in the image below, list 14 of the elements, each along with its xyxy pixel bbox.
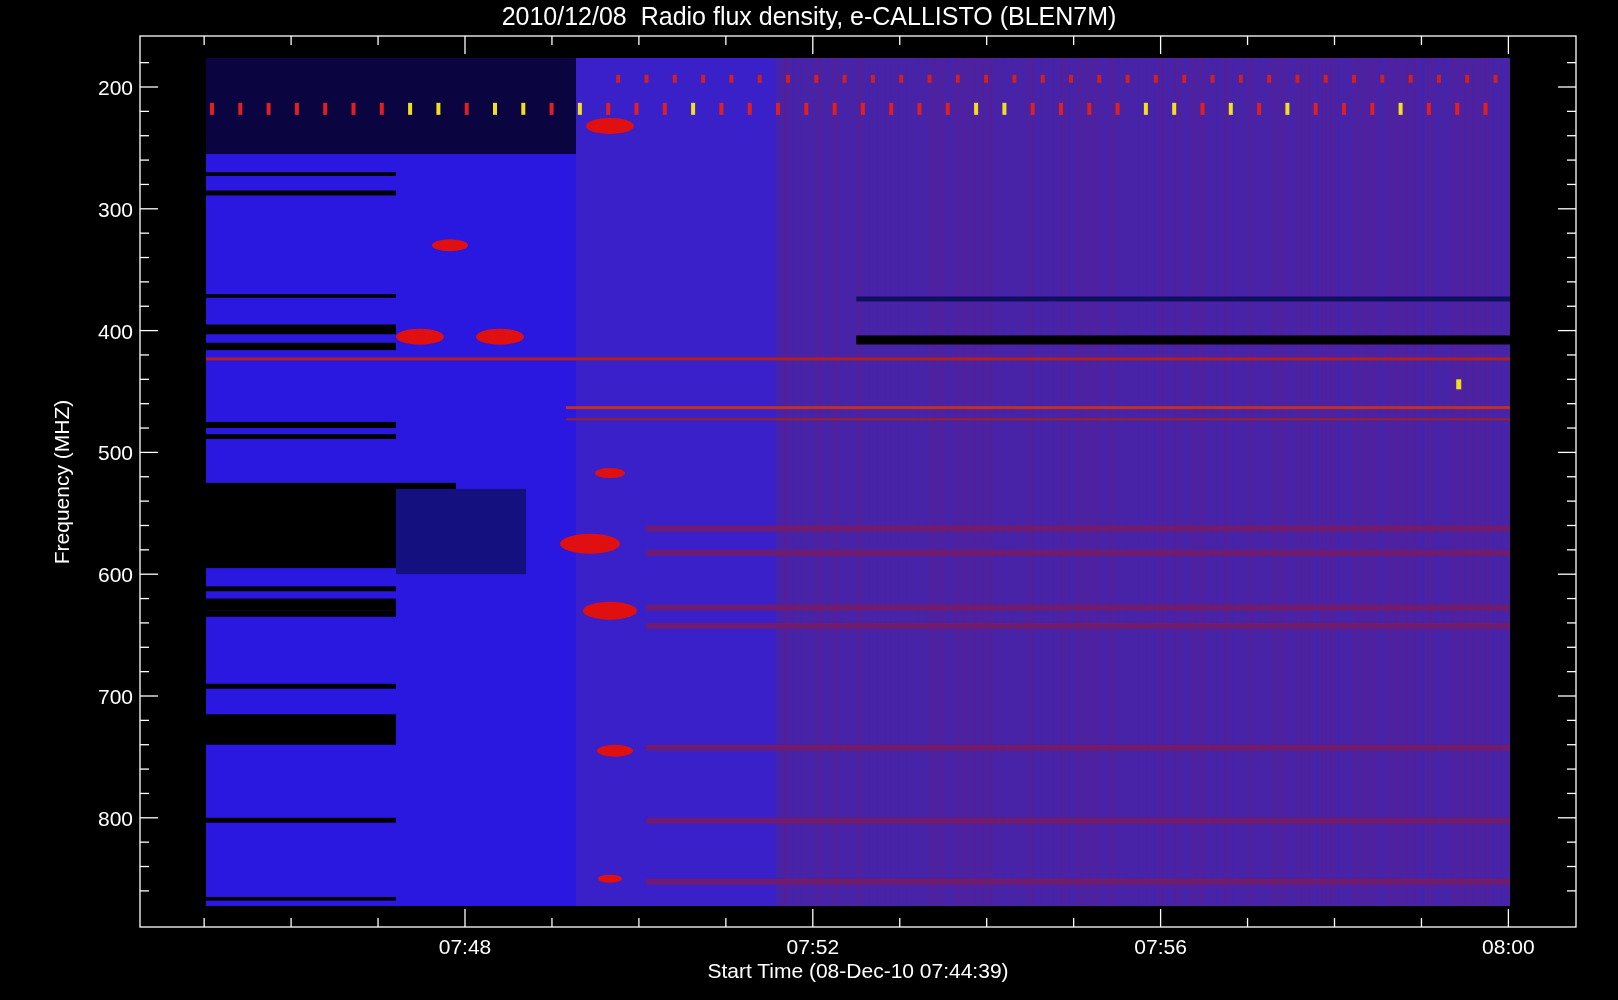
y-tick-label: 400 <box>97 319 133 343</box>
plot-title: 2010/12/08 Radio flux density, e-CALLISTO (BLEN7M) <box>501 2 1117 30</box>
y-tick-label: 700 <box>97 685 133 708</box>
x-tick-label: 08:00 <box>1482 935 1535 958</box>
x-tick-label: 07:56 <box>1134 935 1187 958</box>
y-tick-label: 600 <box>97 563 133 587</box>
y-tick-label: 800 <box>97 806 133 830</box>
y-tick-label: 200 <box>97 76 133 99</box>
y-tick-label: 300 <box>97 197 133 221</box>
x-tick-label: 07:52 <box>786 935 840 958</box>
x-tick-label: 07:48 <box>438 935 492 958</box>
x-axis-label: Start Time (08-Dec-10 07:44:39) <box>707 959 1009 982</box>
y-tick-label: 500 <box>97 441 133 465</box>
y-axis-label: Frequency (MHZ) <box>50 399 73 565</box>
